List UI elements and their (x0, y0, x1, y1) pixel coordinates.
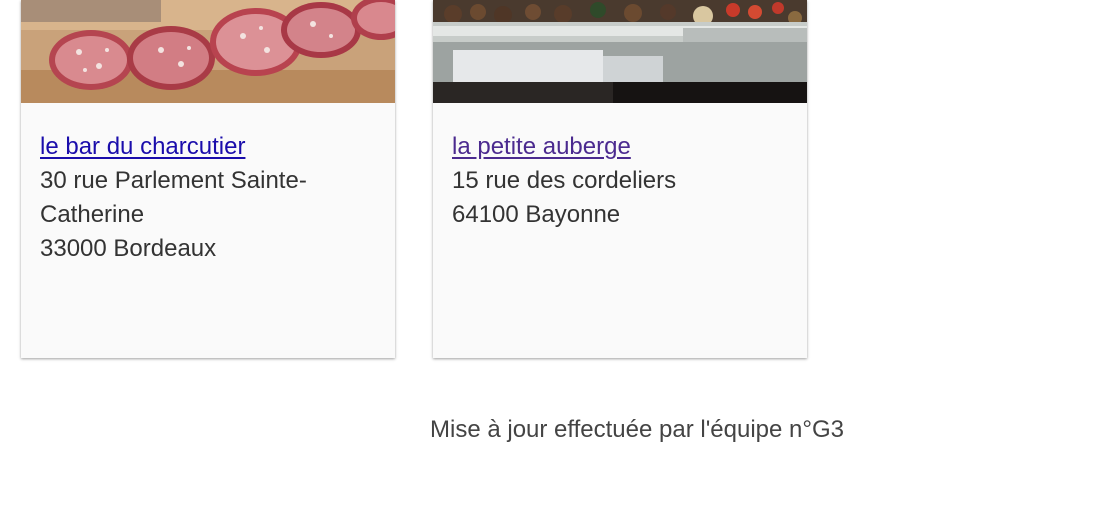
restaurant-photo-dish (433, 0, 807, 103)
card-body: la petite auberge 15 rue des cordeliers … (452, 130, 782, 232)
address-street-continued: Catherine (40, 201, 145, 228)
restaurant-link[interactable]: le bar du charcutier (40, 130, 370, 164)
card-body: le bar du charcutier 30 rue Parlement Sa… (40, 130, 370, 266)
update-credit-footer: Mise à jour effectuée par l'équipe n°G3 (430, 416, 844, 443)
restaurant-photo-saucisson (21, 0, 395, 103)
restaurant-link[interactable]: la petite auberge (452, 130, 782, 164)
address-city: 64100 Bayonne (452, 201, 621, 228)
restaurant-card: la petite auberge 15 rue des cordeliers … (433, 0, 807, 358)
address-street: 30 rue Parlement Sainte- (40, 167, 307, 194)
address-city: 33000 Bordeaux (40, 235, 217, 262)
restaurant-card: le bar du charcutier 30 rue Parlement Sa… (21, 0, 395, 358)
address-street: 15 rue des cordeliers (452, 167, 677, 194)
